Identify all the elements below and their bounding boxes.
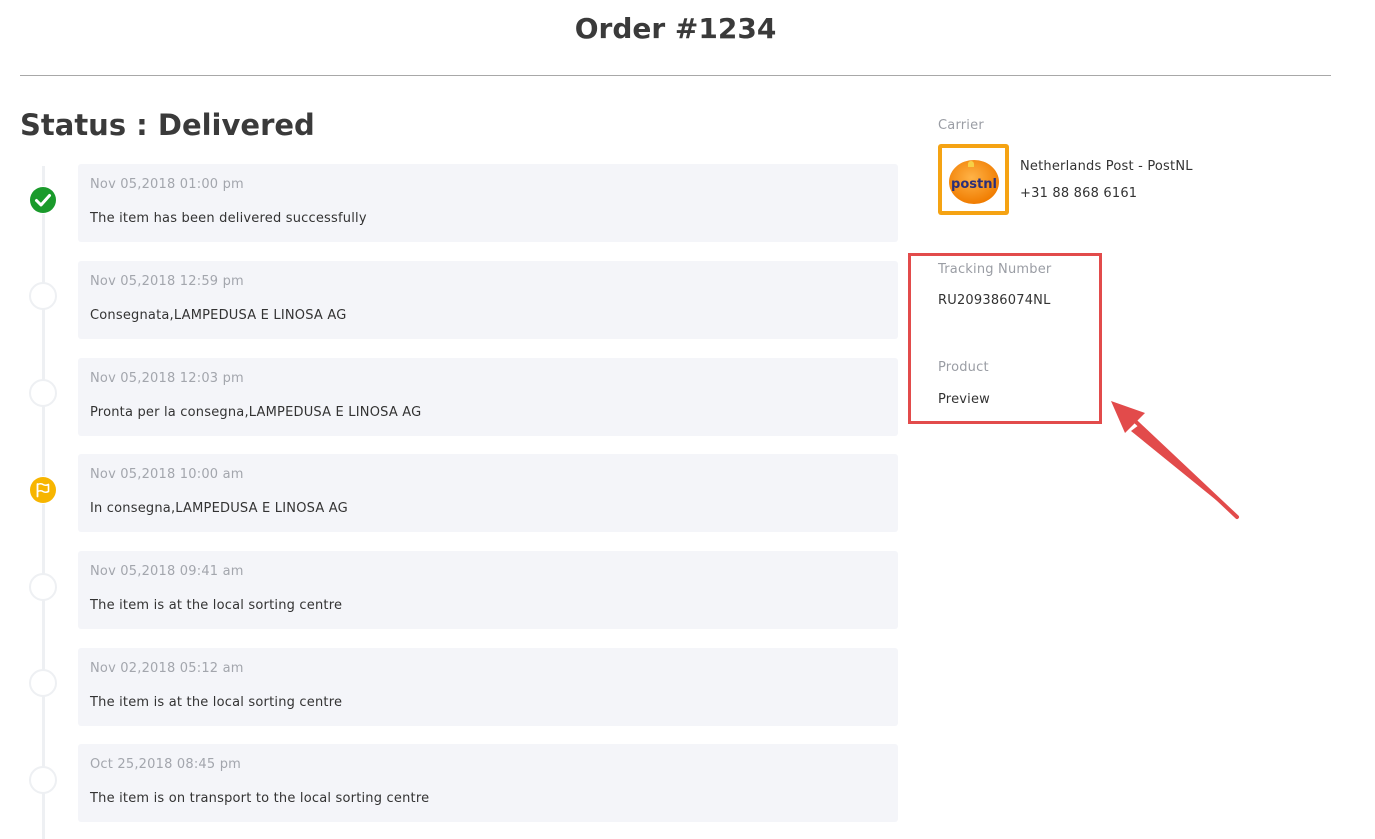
carrier-name: Netherlands Post - PostNL xyxy=(1020,159,1193,174)
order-tracking-page: Order #1234 Status : Delivered Nov 05,20… xyxy=(0,0,1375,839)
carrier-phone[interactable]: +31 88 868 6161 xyxy=(1020,186,1137,201)
event-time: Nov 05,2018 01:00 pm xyxy=(90,177,244,192)
logo-text: postnl xyxy=(951,177,997,192)
event-item: Nov 02,2018 05:12 am The item is at the … xyxy=(78,648,898,726)
event-time: Nov 05,2018 12:03 pm xyxy=(90,371,244,386)
event-description: The item is at the local sorting centre xyxy=(90,695,342,710)
timeline-dot xyxy=(29,379,57,407)
red-arrow-icon xyxy=(1105,395,1245,525)
event-description: In consegna,LAMPEDUSA E LINOSA AG xyxy=(90,501,348,516)
event-description: Consegnata,LAMPEDUSA E LINOSA AG xyxy=(90,308,346,323)
postnl-logo-icon: postnl xyxy=(938,144,1009,215)
timeline-dot xyxy=(29,766,57,794)
event-time: Nov 05,2018 12:59 pm xyxy=(90,274,244,289)
highlight-box xyxy=(908,253,1102,424)
event-item: Nov 05,2018 12:03 pm Pronta per la conse… xyxy=(78,358,898,436)
event-item: Nov 05,2018 01:00 pm The item has been d… xyxy=(78,164,898,242)
flag-icon xyxy=(29,476,57,504)
timeline-dot xyxy=(29,669,57,697)
event-description: The item is at the local sorting centre xyxy=(90,598,342,613)
event-description: The item is on transport to the local so… xyxy=(90,791,429,806)
event-time: Oct 25,2018 08:45 pm xyxy=(90,757,241,772)
header-divider xyxy=(20,75,1331,76)
carrier-label: Carrier xyxy=(938,118,984,133)
event-description: The item has been delivered successfully xyxy=(90,211,367,226)
event-time: Nov 05,2018 09:41 am xyxy=(90,564,244,579)
delivered-check-icon xyxy=(29,186,57,214)
event-time: Nov 02,2018 05:12 am xyxy=(90,661,244,676)
status-heading: Status : Delivered xyxy=(20,108,315,142)
event-description: Pronta per la consegna,LAMPEDUSA E LINOS… xyxy=(90,405,421,420)
event-item: Nov 05,2018 10:00 am In consegna,LAMPEDU… xyxy=(78,454,898,532)
event-item: Nov 05,2018 12:59 pm Consegnata,LAMPEDUS… xyxy=(78,261,898,339)
event-item: Oct 25,2018 08:45 pm The item is on tran… xyxy=(78,744,898,822)
timeline-dot xyxy=(29,573,57,601)
timeline-dot xyxy=(29,282,57,310)
page-title: Order #1234 xyxy=(0,12,1351,45)
event-time: Nov 05,2018 10:00 am xyxy=(90,467,244,482)
event-item: Nov 05,2018 09:41 am The item is at the … xyxy=(78,551,898,629)
